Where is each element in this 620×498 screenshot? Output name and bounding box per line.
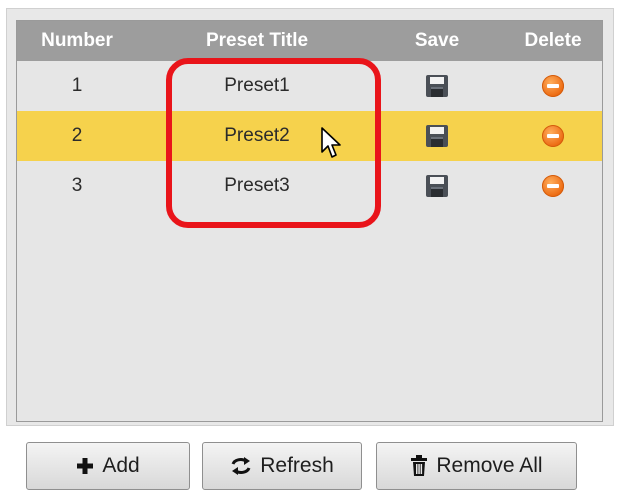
plus-icon [76, 457, 94, 475]
save-icon[interactable] [426, 125, 448, 147]
delete-icon[interactable] [542, 175, 564, 197]
row-number: 1 [71, 75, 83, 96]
annotation-highlight-box [166, 58, 381, 228]
save-icon[interactable] [426, 175, 448, 197]
add-button[interactable]: Add [26, 442, 190, 490]
header-save: Save [414, 30, 460, 51]
remove-all-button[interactable]: Remove All [376, 442, 577, 490]
delete-icon[interactable] [542, 125, 564, 147]
add-button-label: Add [102, 454, 140, 477]
header-delete: Delete [524, 30, 582, 51]
save-icon[interactable] [426, 75, 448, 97]
remove-all-button-label: Remove All [436, 454, 543, 477]
header-number: Number [41, 30, 113, 51]
row-number: 2 [71, 125, 83, 146]
refresh-button-label: Refresh [260, 454, 334, 477]
delete-icon[interactable] [542, 75, 564, 97]
trash-icon [410, 455, 428, 477]
refresh-button[interactable]: Refresh [202, 442, 362, 490]
table-header: Number Preset Title Save Delete [17, 21, 602, 61]
header-preset-title: Preset Title [205, 30, 309, 51]
row-number: 3 [71, 175, 83, 196]
refresh-icon [230, 456, 252, 476]
mouse-cursor-icon [321, 127, 341, 158]
